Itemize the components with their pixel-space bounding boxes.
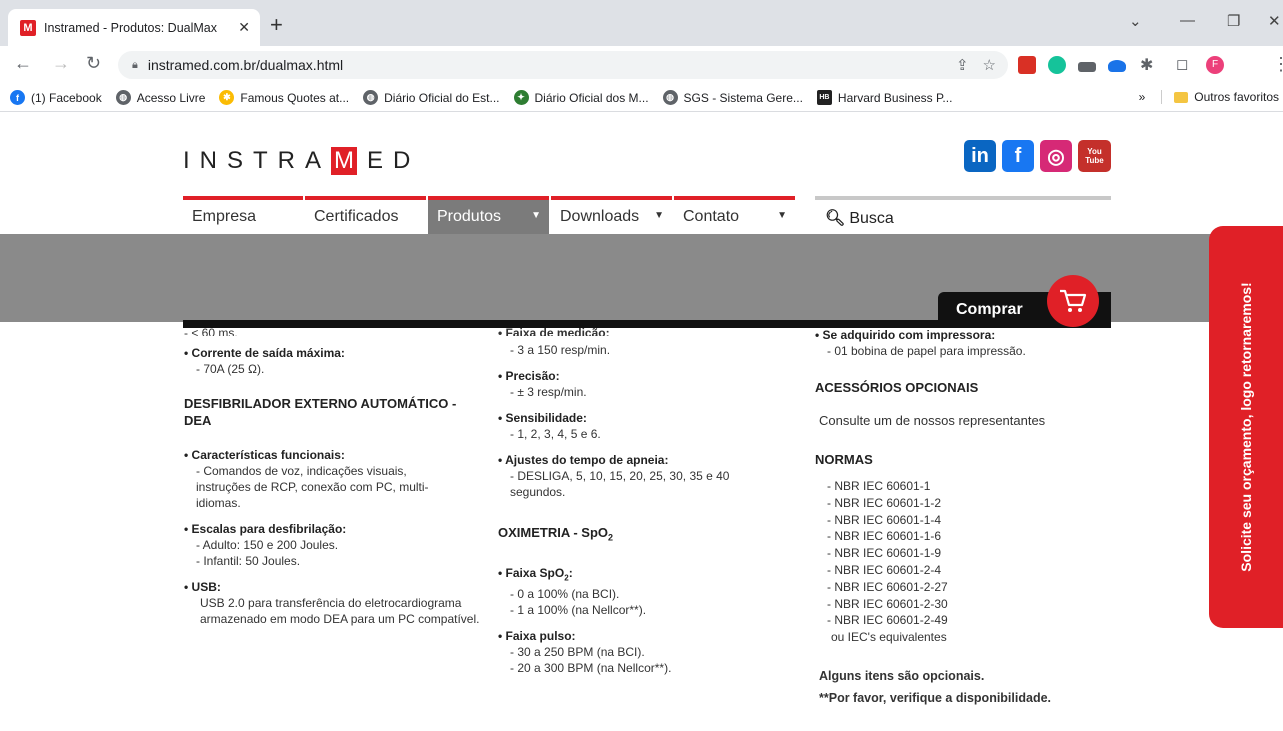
list-item: - NBR IEC 60601-2-27	[827, 579, 948, 594]
list-item: - NBR IEC 60601-1-9	[827, 546, 942, 561]
browser-tab-bar: M Instramed - Produtos: DualMax ✕ + ⌄ — …	[0, 0, 1283, 46]
caret-down-icon: ▼	[777, 210, 787, 221]
tab-title: Instramed - Produtos: DualMax	[44, 20, 217, 35]
back-icon[interactable]: ←	[14, 53, 32, 74]
nav-contato[interactable]: Contato ▼	[674, 196, 795, 234]
other-bookmarks[interactable]: Outros favoritos	[1194, 90, 1279, 104]
cut-text: • Faixa de medição:	[498, 326, 610, 336]
spec-column-2: - 3 a 150 resp/min. • Precisão: - ± 3 re…	[498, 342, 798, 676]
profile-avatar[interactable]: F	[1206, 56, 1224, 74]
bookmark-diario-oficial-m[interactable]: ✦ Diário Oficial dos M...	[513, 90, 649, 105]
spec-column-3: • Se adquirido com impressora: - 01 bobi…	[815, 327, 1105, 706]
folder-icon	[1174, 91, 1189, 103]
nav-certificados[interactable]: Certificados	[305, 196, 426, 234]
search-label: Busca	[849, 210, 894, 227]
bookmarks-bar: f (1) Facebook ◍ Acesso Livre ✱ Famous Quot…	[0, 84, 1283, 112]
tab-search-icon[interactable]: ⌄	[1129, 12, 1142, 30]
bookmark-star-icon[interactable]: ☆	[983, 56, 996, 74]
list-item: - NBR IEC 60601-1-2	[827, 495, 942, 510]
quote-request-tab[interactable]: Solicite seu orçamento, logo retornaremo…	[1209, 226, 1283, 628]
globe-icon: ◍	[363, 90, 379, 105]
facebook-icon: f	[10, 90, 25, 105]
hb-icon: HB	[816, 90, 832, 105]
new-tab-icon[interactable]: +	[270, 14, 283, 36]
nav-produtos[interactable]: Produtos ▼	[428, 196, 549, 234]
menu-dots-icon[interactable]: ⋮	[1272, 54, 1283, 75]
bird-icon: ✦	[513, 90, 529, 105]
browser-tab[interactable]: M Instramed - Produtos: DualMax ✕	[8, 9, 260, 46]
list-item: - NBR IEC 60601-2-4	[827, 562, 942, 577]
bookmark-diario-oficial-est[interactable]: ◍ Diário Oficial do Est...	[363, 90, 500, 105]
list-item: - NBR IEC 60601-1-4	[827, 512, 942, 527]
spec-column-1: • Corrente de saída máxima: - 70A (25 Ω)…	[184, 345, 484, 627]
bookmarks-overflow-icon[interactable]: »	[1139, 90, 1146, 104]
bookmark-harvard[interactable]: HB Harvard Business P...	[816, 90, 952, 105]
pinwheel-icon: ✱	[219, 90, 235, 105]
youtube-icon[interactable]: You Tube	[1078, 140, 1111, 172]
list-item: ou IEC's equivalentes	[831, 630, 947, 645]
bookmark-famous-quotes[interactable]: ✱ Famous Quotes at...	[219, 90, 349, 105]
minimize-icon[interactable]: —	[1180, 12, 1195, 29]
reload-icon[interactable]: ↻	[86, 53, 101, 74]
instramed-logo[interactable]: INSTRA M ED	[183, 147, 420, 175]
share-icon[interactable]: ⇪	[956, 56, 969, 74]
address-bar[interactable]: 🔒︎ instramed.com.br/dualmax.html ⇪ ☆	[118, 51, 1008, 79]
divider	[1161, 90, 1163, 104]
section-title: NORMAS	[815, 452, 873, 467]
url-text: instramed.com.br/dualmax.html	[147, 57, 344, 73]
side-panel-icon[interactable]: ◻	[1176, 55, 1188, 73]
section-title: ACESSÓRIOS OPCIONAIS	[815, 380, 979, 395]
search-icon: 🔍︎	[825, 210, 846, 227]
globe-icon: ◍	[662, 90, 678, 105]
cart-icon[interactable]	[1047, 275, 1099, 327]
lock-icon: 🔒︎	[132, 58, 138, 71]
list-item: - NBR IEC 60601-1	[827, 479, 931, 493]
facebook-icon[interactable]: f	[1002, 140, 1034, 172]
normas-list: - NBR IEC 60601-1 - NBR IEC 60601-1-2 - …	[815, 478, 1105, 646]
nav-downloads[interactable]: Downloads ▼	[551, 196, 672, 234]
forward-icon[interactable]: →	[52, 53, 70, 74]
list-item: - NBR IEC 60601-1-6	[827, 529, 942, 544]
globe-icon: ◍	[115, 90, 131, 105]
search-box[interactable]: 🔍︎ Busca	[815, 196, 1111, 234]
window-close-icon[interactable]: ✕	[1268, 12, 1281, 30]
browser-toolbar: ← → ↻ 🔒︎ instramed.com.br/dualmax.html ⇪…	[0, 46, 1283, 84]
caret-down-icon: ▼	[531, 210, 541, 221]
extension-signal-icon[interactable]	[1078, 62, 1096, 72]
extension-grammarly-icon[interactable]	[1048, 56, 1066, 74]
instagram-icon[interactable]: ◎	[1040, 140, 1072, 172]
extension-cloud-icon[interactable]	[1108, 60, 1126, 72]
caret-down-icon: ▼	[654, 210, 664, 221]
extension-book-icon[interactable]	[1018, 56, 1036, 74]
section-title: OXIMETRIA - SpO2	[498, 525, 614, 543]
instramed-favicon-icon: M	[20, 19, 36, 36]
cut-text: - < 60 ms.	[184, 326, 238, 336]
nav-empresa[interactable]: Empresa	[183, 196, 303, 234]
list-item: - NBR IEC 60601-2-49	[827, 613, 948, 628]
section-title: DESFIBRILADOR EXTERNO AUTOMÁTICO - DEA	[184, 396, 457, 428]
bookmark-sgs[interactable]: ◍ SGS - Sistema Gere...	[662, 90, 803, 105]
bookmark-acesso-livre[interactable]: ◍ Acesso Livre	[115, 90, 205, 105]
close-icon[interactable]: ✕	[238, 19, 250, 36]
linkedin-icon[interactable]: in	[964, 140, 996, 172]
restore-icon[interactable]: ❐	[1227, 12, 1240, 30]
extensions-puzzle-icon[interactable]: ✱	[1140, 55, 1153, 75]
list-item: - NBR IEC 60601-2-30	[827, 596, 948, 611]
bookmark-facebook[interactable]: f (1) Facebook	[10, 90, 102, 105]
